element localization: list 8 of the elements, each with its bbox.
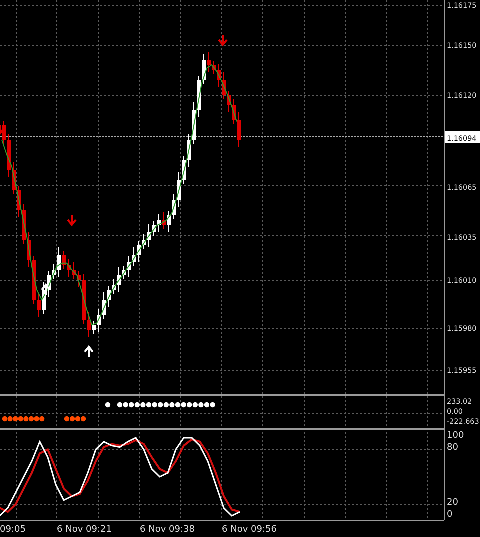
oscillator-level-label: 100 xyxy=(447,431,464,441)
time-label: 09:05 xyxy=(0,525,26,535)
time-label: 6 Nov 09:56 xyxy=(222,525,277,535)
oscillator-level-label: 20 xyxy=(447,498,458,508)
time-label: 6 Nov 09:38 xyxy=(140,525,195,535)
oscillator-level-label: 80 xyxy=(447,443,458,453)
oscillator-level-label: 0 xyxy=(447,510,453,520)
time-label: 6 Nov 09:21 xyxy=(57,525,112,535)
